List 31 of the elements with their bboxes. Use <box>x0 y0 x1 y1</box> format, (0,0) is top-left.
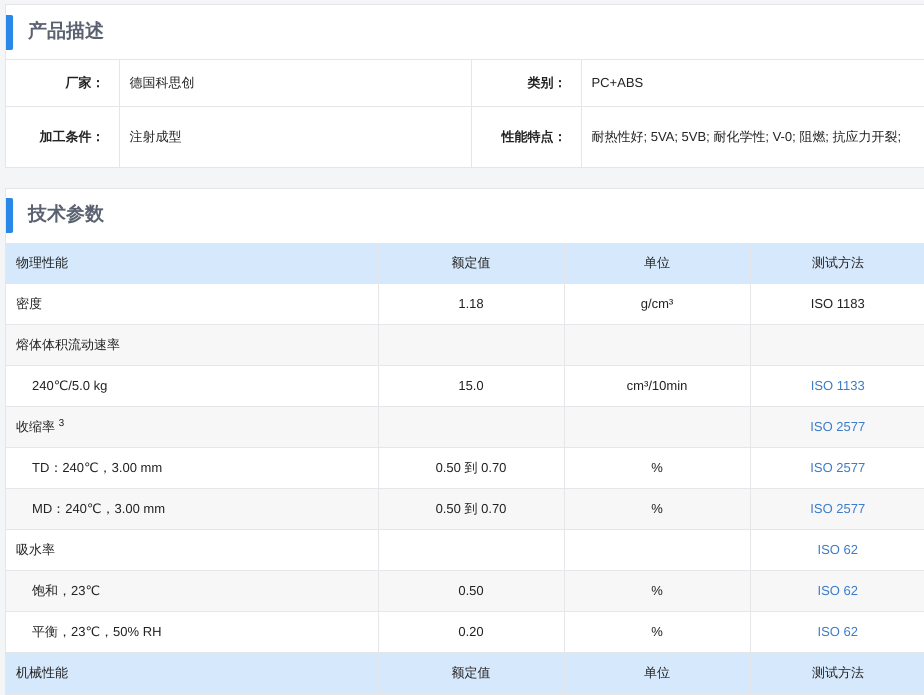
parameter-name: 收缩率 $^{3}$ <box>6 406 378 448</box>
parameter-name: MD：240℃，3.00 mm <box>6 488 378 530</box>
value-cell: 0.50 <box>378 570 564 612</box>
field-value: 德国科思创 <box>119 60 471 106</box>
column-header: 机械性能 <box>6 652 378 694</box>
value-cell: 0.50 到 0.70 <box>378 488 564 530</box>
column-header: 单位 <box>564 242 750 284</box>
parameter-name: 饱和，23℃ <box>6 570 378 612</box>
accent-bar <box>6 14 13 50</box>
column-header: 测试方法 <box>750 652 924 694</box>
column-header: 测试方法 <box>750 242 924 284</box>
test-method-link[interactable]: ISO 2577 <box>750 488 924 530</box>
field-label: 类别： <box>471 60 581 106</box>
field-value: 耐热性好; 5VA; 5VB; 耐化学性; V-0; 阻燃; 抗应力开裂; <box>581 106 924 166</box>
column-header: 额定值 <box>378 652 564 694</box>
section-title: 技术参数 <box>28 202 104 228</box>
field-value: 注射成型 <box>119 106 471 166</box>
column-header: 物理性能 <box>6 242 378 284</box>
column-header: 单位 <box>564 652 750 694</box>
unit-cell: % <box>564 570 750 612</box>
section-title: 产品描述 <box>28 20 104 44</box>
parameter-name: 熔体体积流动速率 <box>6 324 378 366</box>
unit-cell: % <box>564 488 750 530</box>
field-label: 加工条件： <box>6 106 119 166</box>
field-label: 性能特点： <box>471 106 581 166</box>
column-header: 额定值 <box>378 242 564 284</box>
test-method-link[interactable]: ISO 2577 <box>750 406 924 448</box>
accent-bar <box>6 198 13 233</box>
test-method-link[interactable]: ISO 62 <box>750 570 924 612</box>
field-value: PC+ABS <box>581 60 924 106</box>
field-label: 厂家： <box>6 60 119 106</box>
